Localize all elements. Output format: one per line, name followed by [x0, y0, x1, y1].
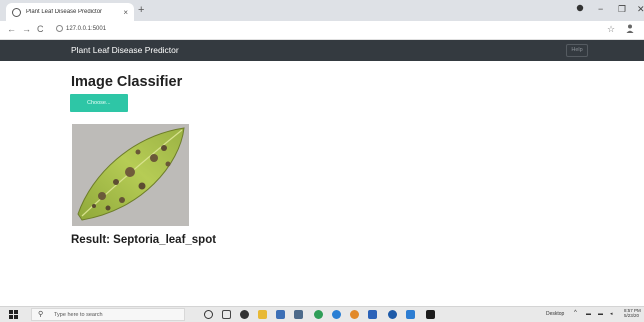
globe-icon [12, 7, 21, 17]
address-bar-row: ← → C 127.0.0.1:5001 ☆ [0, 21, 644, 40]
task-view-icon[interactable] [222, 310, 231, 319]
app-icon[interactable] [294, 310, 303, 319]
file-explorer-icon[interactable] [258, 310, 267, 319]
choose-file-button[interactable]: Choose... [70, 94, 128, 112]
network-icon[interactable]: ▬ [586, 311, 591, 317]
uploaded-leaf-image [72, 124, 189, 226]
url-field[interactable]: 127.0.0.1:5001 [66, 26, 106, 32]
clock[interactable]: 8:57 PM 5/23/20 [624, 308, 641, 318]
app-round-icon[interactable] [388, 310, 397, 319]
maximize-icon[interactable]: ❐ [618, 4, 626, 15]
cortana-icon[interactable] [204, 310, 213, 319]
forward-icon[interactable]: → [22, 24, 31, 34]
reload-icon[interactable]: C [37, 24, 44, 34]
search-placeholder: Type here to search [54, 312, 103, 318]
taskbar-search-input[interactable]: ⚲ Type here to search [31, 308, 185, 321]
help-button[interactable]: Help [566, 44, 588, 57]
chevron-up-icon[interactable]: ^ [574, 310, 577, 316]
page-title: Image Classifier [71, 74, 183, 90]
browser-tab-strip: Plant Leaf Disease Predictor × + − ❐ ✕ [0, 0, 644, 21]
app-green-icon[interactable] [314, 310, 323, 319]
app-store-icon[interactable] [406, 310, 415, 319]
clock-date: 5/23/20 [624, 313, 640, 318]
app-navbar: Plant Leaf Disease Predictor Help [0, 40, 644, 61]
info-icon[interactable] [56, 25, 63, 32]
chrome-icon[interactable] [350, 310, 359, 319]
volume-icon[interactable]: ◂ [610, 311, 613, 317]
desktop-toolbar-label[interactable]: Desktop [546, 311, 564, 317]
battery-icon[interactable]: ▬ [598, 311, 603, 317]
search-icon: ⚲ [38, 311, 44, 318]
tab-close-icon[interactable]: × [123, 8, 128, 17]
windows-taskbar: ⚲ Type here to search Desktop ^ ▬ ▬ ◂ 8:… [0, 306, 644, 322]
new-tab-icon[interactable]: + [138, 3, 144, 17]
result-prefix: Result: [71, 234, 114, 246]
result-value: Septoria_leaf_spot [113, 234, 217, 246]
tab-title: Plant Leaf Disease Predictor [26, 9, 103, 15]
prediction-result: Result: Septoria_leaf_spot [71, 234, 216, 246]
app-blue-icon[interactable] [368, 310, 377, 319]
navbar-brand[interactable]: Plant Leaf Disease Predictor [71, 45, 179, 55]
profile-icon[interactable] [576, 4, 584, 14]
settings-gear-icon[interactable] [240, 310, 249, 319]
star-icon[interactable]: ☆ [607, 24, 615, 35]
back-icon[interactable]: ← [7, 24, 16, 34]
close-icon[interactable]: ✕ [637, 4, 644, 15]
edge-icon[interactable] [332, 310, 341, 319]
windows-start-icon[interactable] [9, 310, 18, 319]
mail-icon[interactable] [276, 310, 285, 319]
browser-tab[interactable]: Plant Leaf Disease Predictor × [6, 3, 134, 21]
minimize-icon[interactable]: − [598, 4, 603, 14]
account-icon[interactable] [626, 24, 634, 35]
terminal-icon[interactable] [426, 310, 435, 319]
